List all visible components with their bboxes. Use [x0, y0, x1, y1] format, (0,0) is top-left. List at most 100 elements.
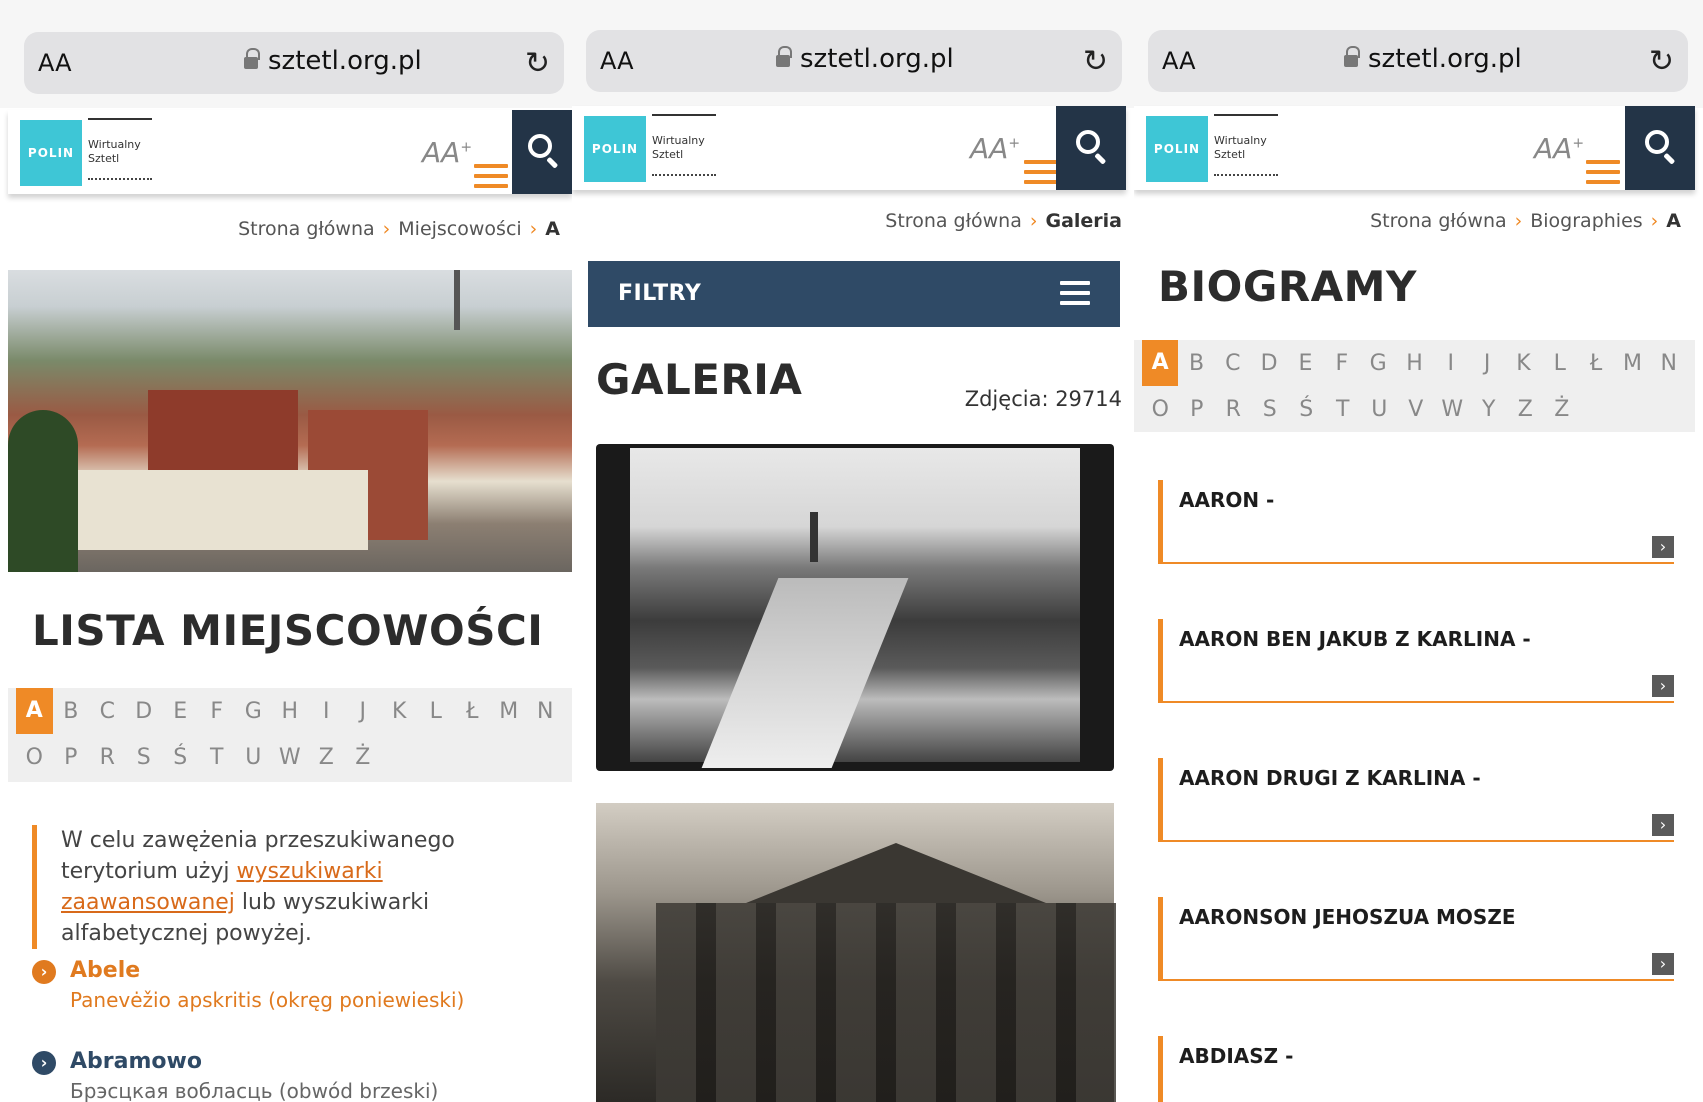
letter-H[interactable]: H — [1396, 351, 1432, 376]
list-item[interactable]: ABDIASZ - — [1158, 1036, 1674, 1102]
chevron-right-icon[interactable]: › — [1652, 675, 1674, 697]
reload-icon[interactable]: ↻ — [1083, 44, 1108, 79]
letter-O[interactable]: O — [1142, 397, 1179, 422]
font-size-button[interactable]: AA+ — [970, 132, 1020, 165]
reload-icon[interactable]: ↻ — [1649, 44, 1674, 79]
letter-T[interactable]: T — [199, 745, 236, 770]
letter-G[interactable]: G — [1360, 351, 1396, 376]
letter-U[interactable]: U — [1361, 397, 1398, 422]
letter-D[interactable]: D — [1251, 351, 1287, 376]
letter-C[interactable]: C — [89, 699, 126, 724]
place-name[interactable]: Abramowo — [70, 1049, 202, 1074]
biography-name[interactable]: ABDIASZ - — [1179, 1044, 1293, 1068]
letter-S[interactable]: S — [1252, 397, 1289, 422]
letter-D[interactable]: D — [126, 699, 163, 724]
gallery-photo[interactable] — [596, 803, 1116, 1102]
letter-W[interactable]: W — [272, 745, 309, 770]
letter-Ł[interactable]: Ł — [454, 699, 491, 724]
letter-Ż[interactable]: Ż — [1544, 397, 1581, 422]
font-size-button[interactable]: AA+ — [1534, 132, 1584, 165]
search-button[interactable] — [1056, 106, 1126, 190]
letter-I[interactable]: I — [1433, 351, 1469, 376]
hamburger-menu-icon[interactable] — [1024, 160, 1058, 190]
letter-K[interactable]: K — [381, 699, 418, 724]
reader-aa-button[interactable]: AA — [1162, 47, 1196, 75]
breadcrumb-home[interactable]: Strona główna — [238, 218, 375, 240]
letter-L[interactable]: L — [418, 699, 455, 724]
letter-B[interactable]: B — [1178, 351, 1214, 376]
letter-B[interactable]: B — [53, 699, 90, 724]
biography-name[interactable]: AARON BEN JAKUB Z KARLINA - — [1179, 627, 1531, 651]
letter-A[interactable]: A — [16, 688, 53, 734]
polin-logo[interactable]: POLIN — [1146, 116, 1208, 182]
letter-F[interactable]: F — [199, 699, 236, 724]
hamburger-menu-icon[interactable] — [1586, 160, 1620, 190]
biography-name[interactable]: AARON - — [1179, 488, 1274, 512]
letter-P[interactable]: P — [53, 745, 90, 770]
breadcrumb-section[interactable]: Biographies — [1530, 210, 1642, 232]
filters-bar[interactable]: FILTRY — [588, 261, 1120, 327]
letter-K[interactable]: K — [1505, 351, 1541, 376]
letter-W[interactable]: W — [1434, 397, 1471, 422]
reader-aa-button[interactable]: AA — [600, 47, 634, 75]
letter-M[interactable]: M — [1614, 351, 1650, 376]
breadcrumb-home[interactable]: Strona główna — [885, 210, 1022, 232]
letter-S[interactable]: S — [126, 745, 163, 770]
search-button[interactable] — [1625, 106, 1695, 190]
letter-I[interactable]: I — [308, 699, 345, 724]
address-bar[interactable]: AA sztetl.org.pl ↻ — [586, 30, 1122, 92]
letter-C[interactable]: C — [1215, 351, 1251, 376]
font-size-button[interactable]: AA+ — [422, 136, 472, 169]
menu-icon[interactable] — [1060, 281, 1090, 311]
letter-N[interactable]: N — [527, 699, 564, 724]
breadcrumb-home[interactable]: Strona główna — [1370, 210, 1507, 232]
reader-aa-button[interactable]: AA — [38, 49, 72, 77]
reload-icon[interactable]: ↻ — [525, 46, 550, 81]
search-button[interactable] — [512, 110, 572, 194]
letter-Ś[interactable]: Ś — [1288, 397, 1325, 422]
letter-J[interactable]: J — [1469, 351, 1505, 376]
biography-name[interactable]: AARON DRUGI Z KARLINA - — [1179, 766, 1481, 790]
letter-O[interactable]: O — [16, 745, 53, 770]
list-item[interactable]: AARON DRUGI Z KARLINA - › — [1158, 758, 1674, 842]
letter-Y[interactable]: Y — [1471, 397, 1508, 422]
letter-T[interactable]: T — [1325, 397, 1362, 422]
hamburger-menu-icon[interactable] — [474, 164, 508, 194]
letter-Ł[interactable]: Ł — [1578, 351, 1614, 376]
letter-V[interactable]: V — [1398, 397, 1435, 422]
polin-logo[interactable]: POLIN — [584, 116, 646, 182]
chevron-right-icon[interactable]: › — [1652, 814, 1674, 836]
list-item[interactable]: AARONSON JEHOSZUA MOSZE › — [1158, 897, 1674, 981]
place-name[interactable]: Abele — [70, 958, 140, 983]
letter-J[interactable]: J — [345, 699, 382, 724]
letter-P[interactable]: P — [1179, 397, 1216, 422]
chevron-right-icon[interactable]: › — [1652, 536, 1674, 558]
address-bar[interactable]: AA sztetl.org.pl ↻ — [1148, 30, 1688, 92]
polin-logo[interactable]: POLIN — [20, 120, 82, 186]
biography-name[interactable]: AARONSON JEHOSZUA MOSZE — [1179, 905, 1516, 929]
address-bar[interactable]: AA sztetl.org.pl ↻ — [24, 32, 564, 94]
gallery-photo[interactable] — [596, 444, 1114, 771]
letter-Ś[interactable]: Ś — [162, 745, 199, 770]
letter-Z[interactable]: Z — [1507, 397, 1544, 422]
letter-Ż[interactable]: Ż — [345, 745, 382, 770]
list-item[interactable]: AARON BEN JAKUB Z KARLINA - › — [1158, 619, 1674, 703]
breadcrumb-section[interactable]: Miejscowości — [398, 218, 521, 240]
letter-R[interactable]: R — [1215, 397, 1252, 422]
letter-N[interactable]: N — [1651, 351, 1687, 376]
letter-H[interactable]: H — [272, 699, 309, 724]
letter-L[interactable]: L — [1542, 351, 1578, 376]
letter-F[interactable]: F — [1324, 351, 1360, 376]
letter-Z[interactable]: Z — [308, 745, 345, 770]
letter-A[interactable]: A — [1142, 340, 1179, 386]
letter-U[interactable]: U — [235, 745, 272, 770]
chevron-right-icon[interactable]: › — [1652, 953, 1674, 975]
letter-E[interactable]: E — [1287, 351, 1323, 376]
list-item[interactable]: AARON - › — [1158, 480, 1674, 564]
url-text[interactable]: sztetl.org.pl — [800, 44, 954, 74]
url-text[interactable]: sztetl.org.pl — [1368, 44, 1522, 74]
letter-E[interactable]: E — [162, 699, 199, 724]
letter-G[interactable]: G — [235, 699, 272, 724]
url-text[interactable]: sztetl.org.pl — [268, 46, 422, 76]
letter-R[interactable]: R — [89, 745, 126, 770]
